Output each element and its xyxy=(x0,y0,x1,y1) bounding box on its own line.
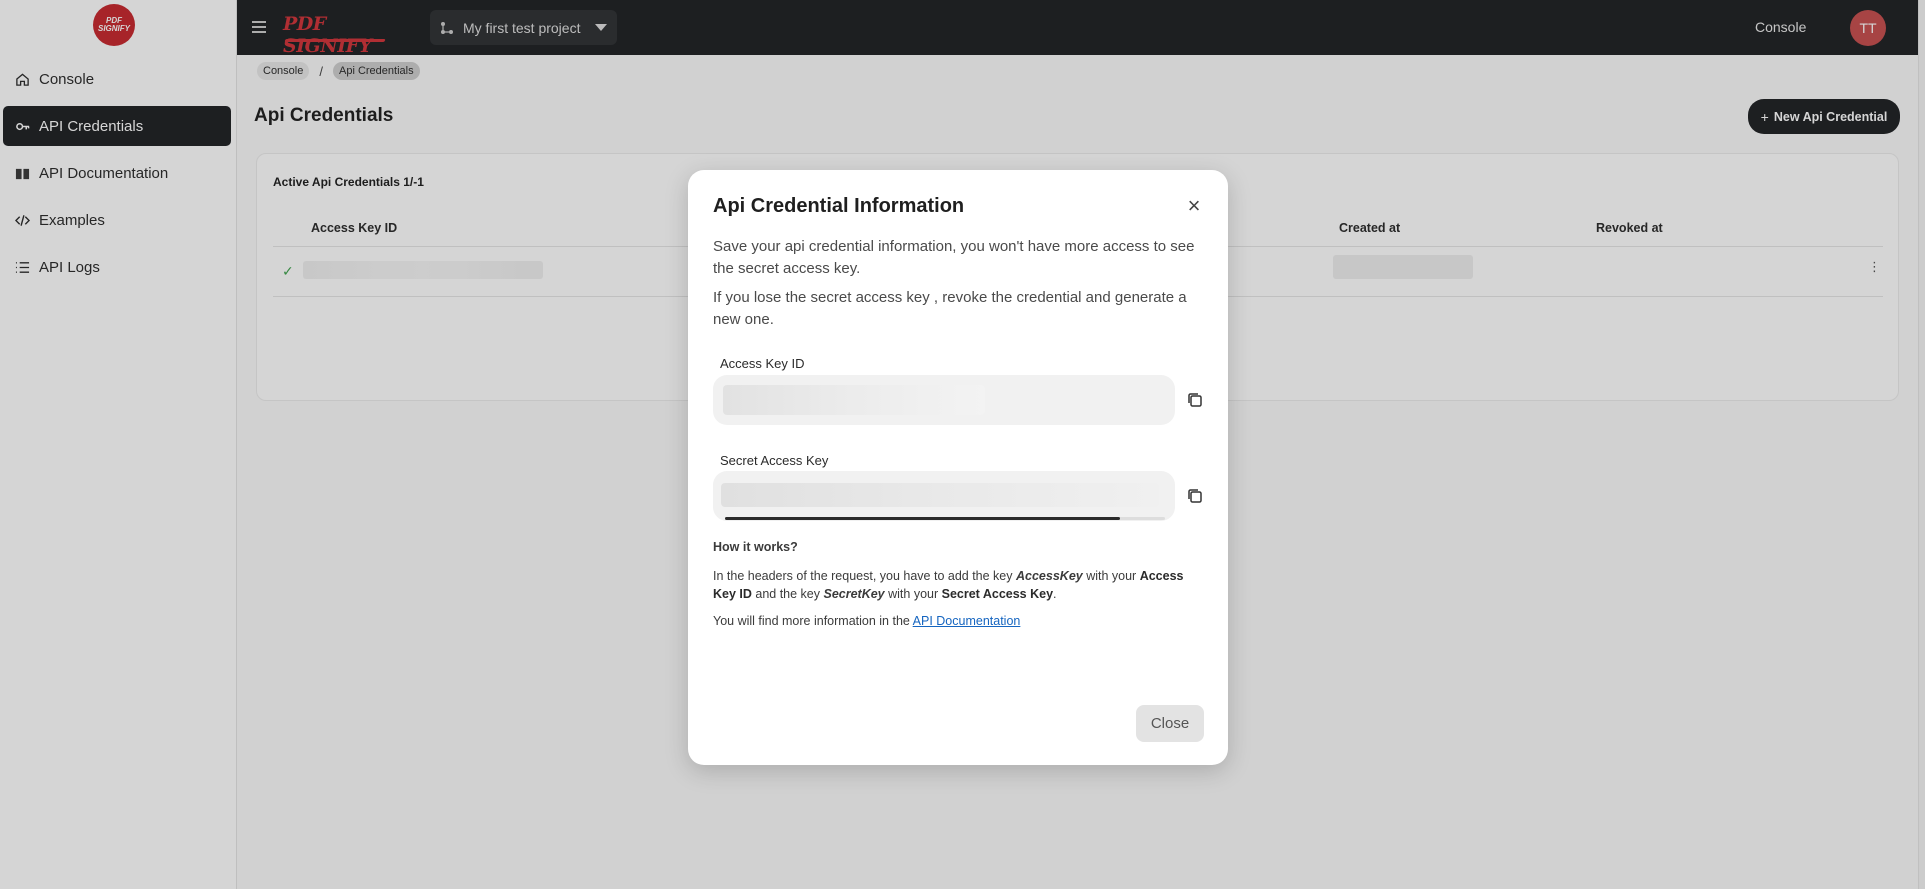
secret-key-label: Secret Access Key xyxy=(720,453,829,468)
how-it-works-title: How it works? xyxy=(713,540,798,554)
secret-key-header-name: SecretKey xyxy=(823,587,885,601)
access-key-field[interactable] xyxy=(713,375,1175,425)
access-key-masked-value xyxy=(723,385,985,415)
how-text-part: and the key xyxy=(751,587,824,601)
how-text-part: with your xyxy=(884,587,942,601)
api-documentation-link[interactable]: API Documentation xyxy=(913,614,1021,628)
access-key-label: Access Key ID xyxy=(720,356,805,371)
more-info-text: You will find more information in the AP… xyxy=(713,614,1020,628)
modal-paragraph-1: Save your api credential information, yo… xyxy=(713,238,1195,277)
how-text-part: . xyxy=(1053,587,1057,601)
more-info-prefix: You will find more information in the xyxy=(713,614,913,628)
how-it-works-text: In the headers of the request, you have … xyxy=(713,567,1203,603)
secret-access-key-bold: Secret Access Key xyxy=(941,587,1054,601)
close-button[interactable]: Close xyxy=(1136,705,1204,742)
modal-title: Api Credential Information xyxy=(713,195,965,217)
scrollbar-thumb[interactable] xyxy=(725,517,1120,520)
access-key-header-name: AccessKey xyxy=(1016,569,1083,583)
copy-access-key-icon[interactable] xyxy=(1186,391,1204,409)
close-icon[interactable]: × xyxy=(1184,195,1204,217)
secret-key-masked-value xyxy=(721,483,1159,507)
secret-key-field[interactable] xyxy=(713,471,1175,521)
copy-secret-key-icon[interactable] xyxy=(1186,487,1204,505)
secret-key-scrollbar[interactable] xyxy=(725,517,1165,520)
how-text-part: In the headers of the request, you have … xyxy=(713,569,1016,583)
credential-info-modal: Api Credential Information × Save your a… xyxy=(688,170,1228,765)
how-text-part: with your xyxy=(1082,569,1140,583)
modal-paragraph-2: If you lose the secret access key , revo… xyxy=(713,289,1187,328)
